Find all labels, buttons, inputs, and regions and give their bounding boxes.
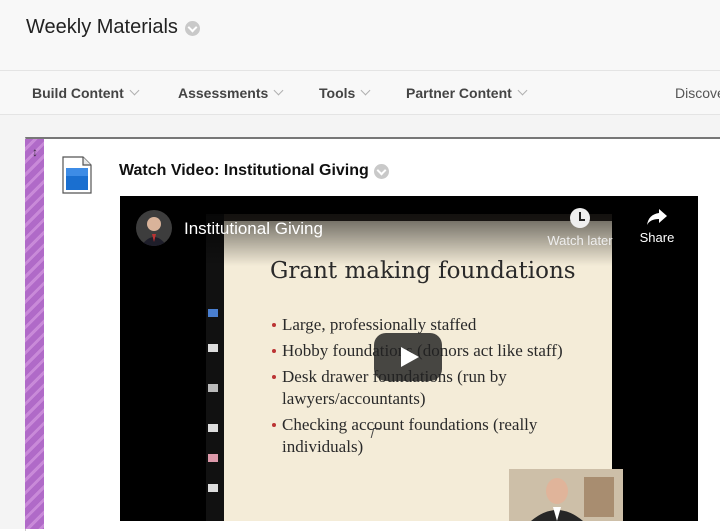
content-toolbar: Build Content Assessments Tools Partner … <box>0 71 720 115</box>
item-drag-strip[interactable] <box>25 139 44 529</box>
partner-content-label: Partner Content <box>406 85 512 101</box>
content-item-title-text: Watch Video: Institutional Giving <box>119 162 369 179</box>
content-item-title[interactable]: Watch Video: Institutional Giving <box>119 162 389 180</box>
presenter-image <box>509 469 623 521</box>
chevron-down-icon[interactable] <box>184 21 200 36</box>
video-title[interactable]: Institutional Giving <box>184 219 323 239</box>
slide-bullet: Checking account foundations (really ind… <box>272 414 582 458</box>
document-icon <box>62 156 92 194</box>
play-button[interactable] <box>374 333 442 381</box>
share-arrow-icon <box>647 209 667 225</box>
caret-down-icon <box>273 85 284 95</box>
build-content-label: Build Content <box>32 85 124 101</box>
chevron-down-icon[interactable] <box>373 163 389 179</box>
watch-later-label: Watch later <box>547 233 613 248</box>
embedded-video-player[interactable]: Grant making foundations Large, professi… <box>120 196 698 521</box>
tools-label: Tools <box>319 85 356 101</box>
clock-icon <box>570 208 590 228</box>
share-label: Share <box>639 230 675 245</box>
tools-menu[interactable]: Tools <box>319 85 371 101</box>
presenter-webcam-inset <box>509 469 623 521</box>
discover-label: Discove <box>675 85 720 101</box>
caret-down-icon <box>129 85 140 95</box>
caret-down-icon <box>360 85 371 95</box>
assessments-menu[interactable]: Assessments <box>178 85 284 101</box>
page-title[interactable]: Weekly Materials <box>26 16 200 39</box>
caret-down-icon <box>517 85 528 95</box>
assessments-label: Assessments <box>178 85 269 101</box>
page-header: Weekly Materials <box>0 0 720 71</box>
partner-content-menu[interactable]: Partner Content <box>406 85 528 101</box>
drag-handle-icon[interactable]: ↕ <box>31 145 39 159</box>
build-content-menu[interactable]: Build Content <box>32 85 140 101</box>
watch-later-button[interactable]: Watch later <box>540 208 620 248</box>
page-title-text: Weekly Materials <box>26 16 178 38</box>
channel-avatar[interactable] <box>136 210 172 246</box>
share-button[interactable]: Share <box>630 208 684 245</box>
discover-content-menu[interactable]: Discove <box>675 85 720 101</box>
